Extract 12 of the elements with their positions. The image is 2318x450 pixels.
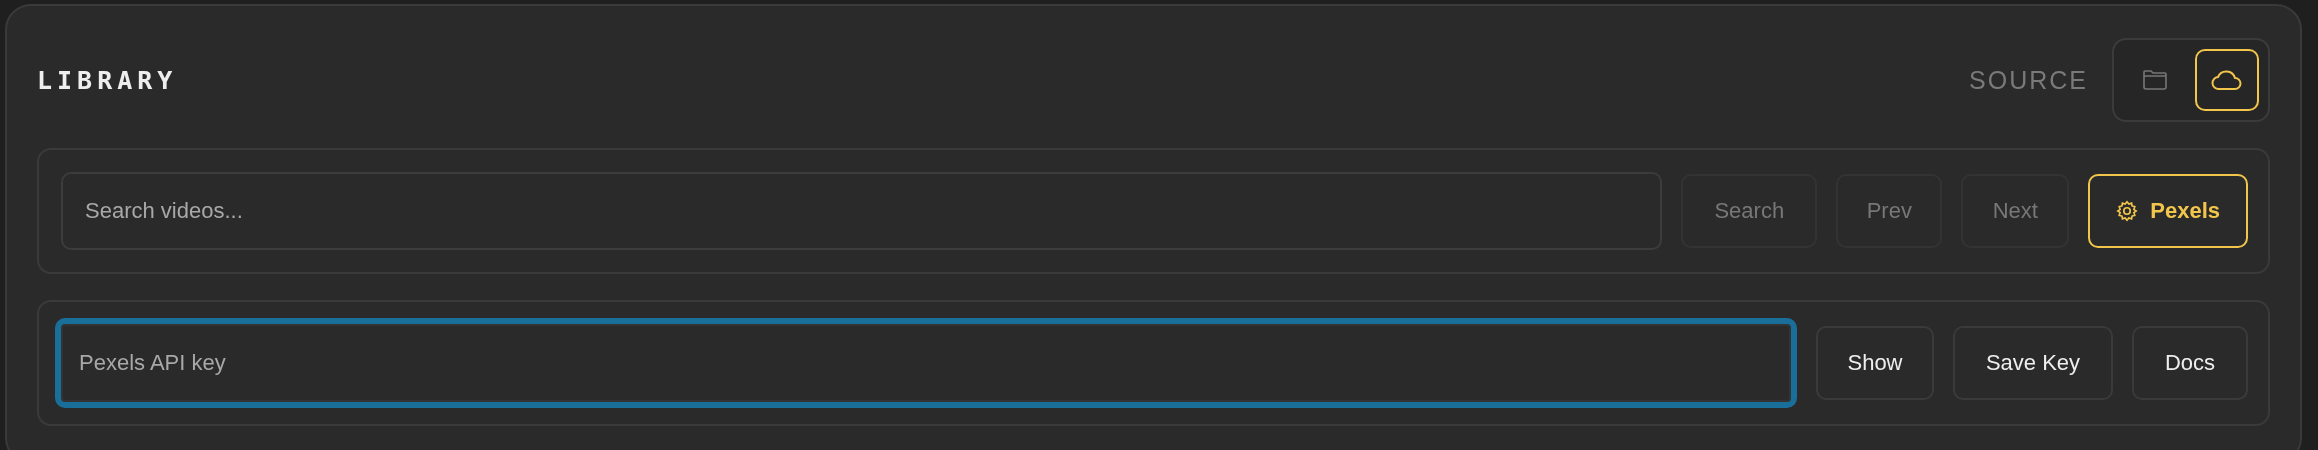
panel-title: LIBRARY: [37, 65, 178, 95]
settings-icon: [2116, 200, 2139, 222]
key-action-button[interactable]: Show: [1816, 326, 1934, 400]
cloud-source-button[interactable]: [2195, 49, 2259, 111]
key-action-button[interactable]: Docs: [2132, 326, 2248, 400]
api-key-field[interactable]: Pexels API key: [55, 318, 1797, 408]
folder-icon: [2143, 70, 2167, 90]
search-field[interactable]: Search videos...: [61, 172, 1663, 250]
cloud-icon: [2211, 69, 2243, 91]
source-label: SOURCE: [1969, 65, 2088, 95]
settings-button[interactable]: Pexels: [2088, 174, 2248, 248]
key-action-button[interactable]: Save Key: [1953, 326, 2113, 400]
